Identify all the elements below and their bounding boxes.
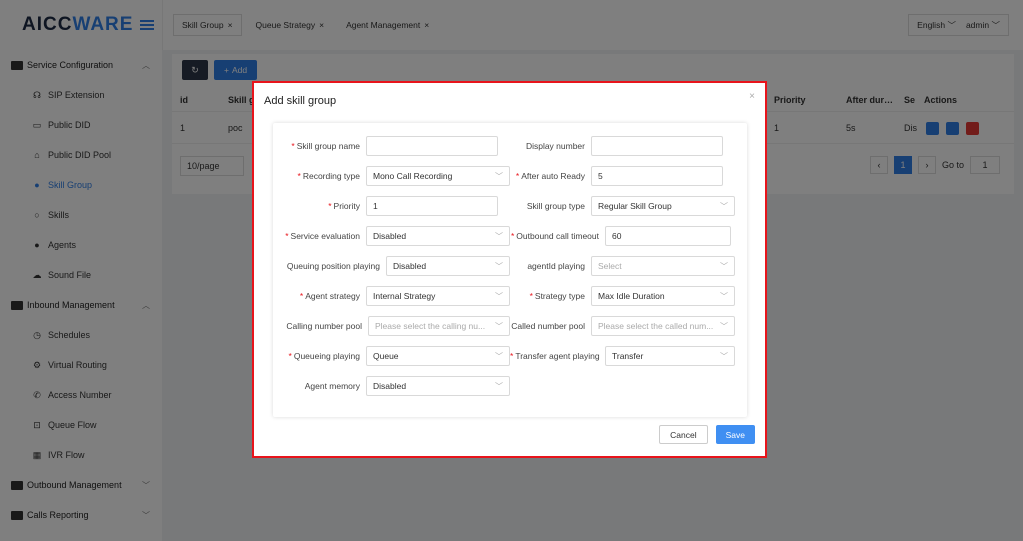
field-priority: * Priority 1 [273,196,498,216]
field-label: agentId playing [527,261,585,271]
outbound-call-timeout-input[interactable]: 60 [605,226,731,246]
field-called-number-pool: Called number pool Please select the cal… [510,316,735,336]
field-label: * Agent strategy [299,291,360,301]
field-label: * Outbound call timeout [510,231,599,241]
field-label: Calling number pool [286,321,362,331]
agent-strategy-select[interactable]: Internal Strategy ﹀ [366,286,510,306]
chevron-down-icon: ﹀ [495,321,503,331]
field-agent-strategy: * Agent strategy Internal Strategy ﹀ [273,286,510,306]
field-display-number: Display number [498,136,723,156]
chevron-down-icon: ﹀ [720,321,728,331]
strategy-type-select[interactable]: Max Idle Duration ﹀ [591,286,735,306]
field-queueing-playing: * Queueing playing Queue ﹀ [273,346,510,366]
field-label: * Service evaluation [285,231,360,241]
field-transfer-agent-playing: * Transfer agent playing Transfer ﹀ [510,346,735,366]
field-label: Agent memory [304,381,360,391]
field-queuing-position-playing: Queuing position playing Disabled ﹀ [273,256,510,276]
field-skill-group-type: Skill group type Regular Skill Group ﹀ [498,196,735,216]
field-label: * Skill group name [291,141,360,151]
cancel-button[interactable]: Cancel [659,425,708,444]
field-label: Display number [525,141,585,151]
field-label: * Priority [328,201,360,211]
agent-memory-select[interactable]: Disabled ﹀ [366,376,510,396]
chevron-down-icon: ﹀ [720,201,728,211]
display-number-input[interactable] [591,136,723,156]
chevron-down-icon: ﹀ [720,291,728,301]
chevron-down-icon: ﹀ [495,231,503,241]
field-agent-memory: Agent memory Disabled ﹀ [273,376,510,396]
field-skill-group-name: * Skill group name [273,136,498,156]
recording-type-select[interactable]: Mono Call Recording ﹀ [366,166,510,186]
chevron-down-icon: ﹀ [720,351,728,361]
queuing-position-playing-select[interactable]: Disabled ﹀ [386,256,510,276]
field-after-auto-ready: * After auto Ready 5 [498,166,723,186]
priority-input[interactable]: 1 [366,196,498,216]
save-button[interactable]: Save [715,425,755,444]
field-label: Called number pool [511,321,585,331]
field-recording-type: * Recording type Mono Call Recording ﹀ [273,166,510,186]
chevron-down-icon: ﹀ [495,351,503,361]
field-label: Queuing position playing [286,261,380,271]
field-label: * Queueing playing [288,351,360,361]
dialog-title: Add skill group [264,95,337,107]
field-label: * Transfer agent playing [510,351,600,361]
field-strategy-type: * Strategy type Max Idle Duration ﹀ [498,286,735,306]
dialog-footer: Cancel Save [659,425,755,444]
field-outbound-call-timeout: * Outbound call timeout 60 [510,226,731,246]
field-service-evaluation: * Service evaluation Disabled ﹀ [273,226,510,246]
add-skill-group-dialog: Add skill group × * Skill group name Disp… [252,81,767,458]
field-label: Skill group type [526,201,585,211]
skill-group-name-input[interactable] [366,136,498,156]
field-agentid-playing: agentId playing Select ﹀ [498,256,735,276]
agentid-playing-select[interactable]: Select ﹀ [591,256,735,276]
calling-number-pool-select[interactable]: Please select the calling nu... ﹀ [368,316,510,336]
after-auto-ready-input[interactable]: 5 [591,166,723,186]
queueing-playing-select[interactable]: Queue ﹀ [366,346,510,366]
field-calling-number-pool: Calling number pool Please select the ca… [273,316,510,336]
transfer-agent-playing-select[interactable]: Transfer ﹀ [605,346,735,366]
close-icon[interactable]: × [749,91,755,102]
skill-group-type-select[interactable]: Regular Skill Group ﹀ [591,196,735,216]
chevron-down-icon: ﹀ [720,261,728,271]
field-label: * After auto Ready [515,171,585,181]
field-label: * Strategy type [529,291,585,301]
service-evaluation-select[interactable]: Disabled ﹀ [366,226,510,246]
chevron-down-icon: ﹀ [495,381,503,391]
field-label: * Recording type [297,171,360,181]
form-card: * Skill group name Display number * Record… [273,123,747,417]
called-number-pool-select[interactable]: Please select the called num... ﹀ [591,316,735,336]
